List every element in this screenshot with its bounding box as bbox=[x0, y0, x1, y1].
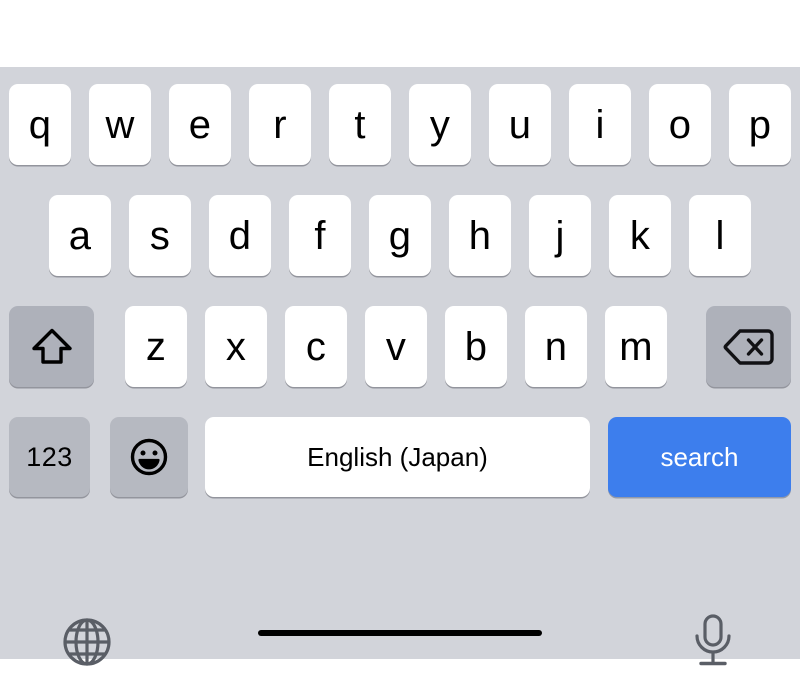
key-i[interactable]: i bbox=[569, 84, 631, 165]
key-u[interactable]: u bbox=[489, 84, 551, 165]
key-l[interactable]: l bbox=[689, 195, 751, 276]
key-s[interactable]: s bbox=[129, 195, 191, 276]
dictation-key[interactable] bbox=[682, 611, 744, 675]
key-b[interactable]: b bbox=[445, 306, 507, 387]
key-z[interactable]: z bbox=[125, 306, 187, 387]
shift-key[interactable] bbox=[9, 306, 94, 387]
key-d[interactable]: d bbox=[209, 195, 271, 276]
key-f[interactable]: f bbox=[289, 195, 351, 276]
key-v[interactable]: v bbox=[365, 306, 427, 387]
key-q[interactable]: q bbox=[9, 84, 71, 165]
key-g[interactable]: g bbox=[369, 195, 431, 276]
key-x[interactable]: x bbox=[205, 306, 267, 387]
numbers-key[interactable]: 123 bbox=[9, 417, 90, 497]
globe-key[interactable] bbox=[56, 613, 118, 675]
screen: q w e r t y u i o p a s d f g h j k l z … bbox=[0, 0, 800, 666]
key-w[interactable]: w bbox=[89, 84, 151, 165]
key-n[interactable]: n bbox=[525, 306, 587, 387]
space-key[interactable]: English (Japan) bbox=[205, 417, 590, 497]
shift-arrow-icon bbox=[28, 323, 76, 371]
key-c[interactable]: c bbox=[285, 306, 347, 387]
key-j[interactable]: j bbox=[529, 195, 591, 276]
backspace-key[interactable] bbox=[706, 306, 791, 387]
smiley-face-icon bbox=[127, 435, 171, 479]
home-indicator bbox=[258, 630, 542, 636]
key-p[interactable]: p bbox=[729, 84, 791, 165]
emoji-key[interactable] bbox=[110, 417, 188, 497]
key-r[interactable]: r bbox=[249, 84, 311, 165]
key-o[interactable]: o bbox=[649, 84, 711, 165]
key-e[interactable]: e bbox=[169, 84, 231, 165]
key-t[interactable]: t bbox=[329, 84, 391, 165]
delete-left-icon bbox=[722, 326, 776, 368]
key-y[interactable]: y bbox=[409, 84, 471, 165]
key-h[interactable]: h bbox=[449, 195, 511, 276]
globe-icon bbox=[59, 614, 115, 675]
search-key[interactable]: search bbox=[608, 417, 791, 497]
key-m[interactable]: m bbox=[605, 306, 667, 387]
keyboard: q w e r t y u i o p a s d f g h j k l z … bbox=[0, 67, 800, 666]
key-k[interactable]: k bbox=[609, 195, 671, 276]
text-input-area[interactable] bbox=[0, 0, 800, 67]
microphone-icon bbox=[688, 612, 738, 675]
key-a[interactable]: a bbox=[49, 195, 111, 276]
